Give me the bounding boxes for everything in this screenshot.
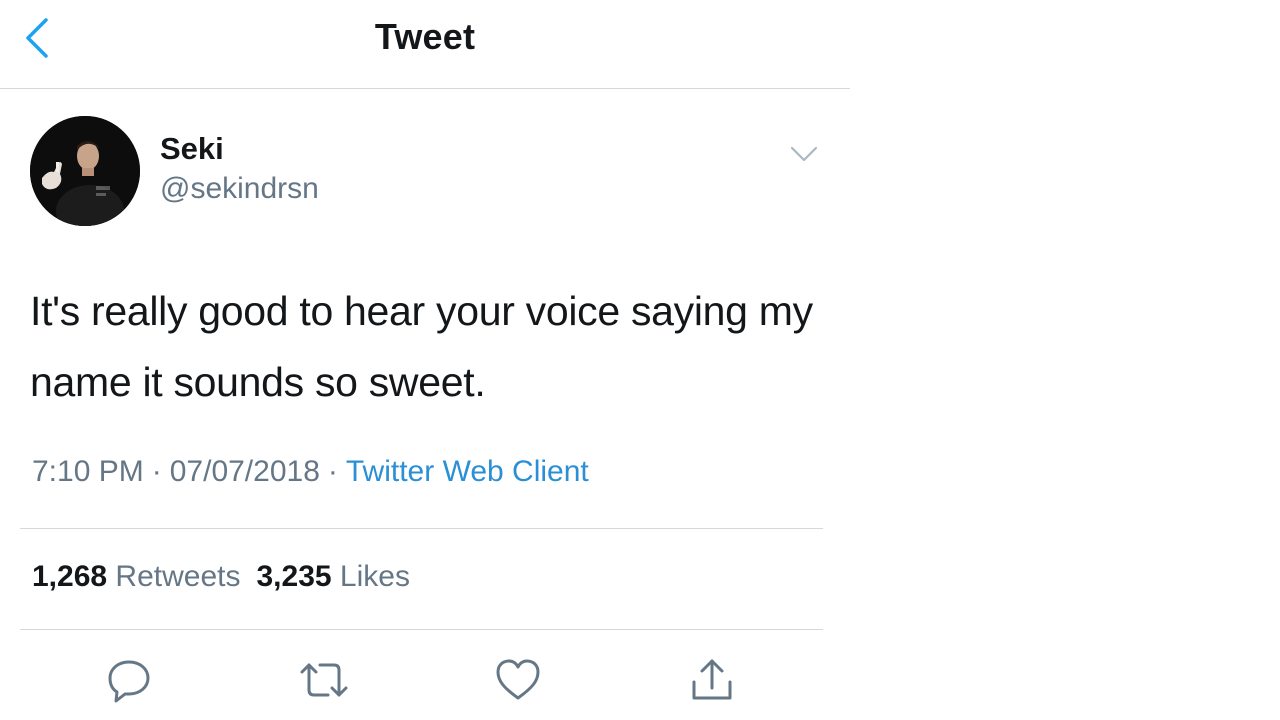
header-bar: Tweet: [0, 0, 850, 89]
like-button[interactable]: [494, 656, 542, 704]
retweets-label: Retweets: [115, 560, 241, 593]
author-handle[interactable]: @sekindrsn: [160, 172, 319, 206]
reply-button[interactable]: [105, 656, 153, 704]
retweet-icon: [300, 663, 348, 697]
reply-icon: [108, 660, 150, 703]
tweet-time: 7:10 PM: [32, 455, 144, 488]
likes-label: Likes: [339, 560, 410, 593]
avatar-image: [30, 116, 140, 226]
share-icon: [692, 659, 732, 700]
share-button[interactable]: [688, 656, 736, 704]
likes-count: 3,235: [256, 560, 332, 593]
meta-separator: ·: [327, 455, 338, 488]
meta-separator: ·: [151, 455, 162, 488]
avatar[interactable]: [30, 116, 140, 226]
likes-stat[interactable]: 3,235 Likes: [256, 560, 409, 593]
retweets-count: 1,268: [32, 560, 108, 593]
chevron-down-icon: [790, 146, 818, 162]
tweet-meta: 7:10 PM · 07/07/2018 · Twitter Web Client: [32, 455, 589, 489]
divider: [20, 528, 823, 529]
retweet-button[interactable]: [298, 656, 348, 704]
tweet-client-link[interactable]: Twitter Web Client: [346, 455, 589, 488]
author-display-name[interactable]: Seki: [160, 131, 224, 167]
tweet-date: 07/07/2018: [169, 455, 320, 488]
retweets-stat[interactable]: 1,268 Retweets: [32, 560, 240, 593]
heart-icon: [496, 659, 540, 700]
tweet-screen: Tweet Seki @sekindrsn It's really good t…: [0, 0, 1280, 720]
more-options-button[interactable]: [786, 140, 822, 168]
tweet-panel: Tweet Seki @sekindrsn It's really good t…: [0, 0, 850, 720]
page-title: Tweet: [374, 16, 476, 57]
tweet-stats: 1,268 Retweets 3,235 Likes: [32, 560, 426, 594]
tweet-text: It's really good to hear your voice sayi…: [30, 288, 813, 405]
divider: [20, 629, 823, 630]
